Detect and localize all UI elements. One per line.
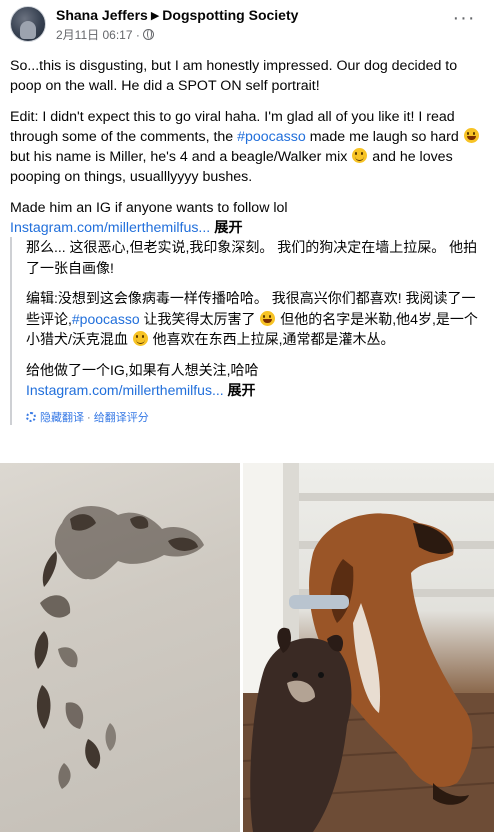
edit-text: but his name is Miller, he's 4 and a bea… xyxy=(10,149,352,165)
post-author-line: Shana Jeffers ▶ Dogspotting Society xyxy=(56,7,298,23)
more-options-button[interactable]: ··· xyxy=(450,8,478,32)
post-header: Shana Jeffers ▶ Dogspotting Society 2月11日 … xyxy=(0,0,494,46)
translation-expand-button[interactable]: 展开 xyxy=(228,382,256,398)
laughing-emoji-icon xyxy=(463,128,479,143)
avatar[interactable] xyxy=(10,6,46,42)
post-paragraph: So...this is disgusting, but I am honest… xyxy=(10,58,458,94)
laughing-emoji-icon xyxy=(260,310,276,326)
post-timestamp[interactable]: 2月11日 06:17 · xyxy=(56,28,140,42)
translation-ig-line: 给他做了一个IG,如果有人想关注,哈哈 xyxy=(26,361,259,378)
translation-text: 让我笑得太厉害了 xyxy=(139,310,260,327)
footer-separator: · xyxy=(84,411,94,424)
post-meta: 2月11日 06:17 · xyxy=(56,26,154,43)
translation-edit-paragraph: 编辑:没想到这会像病毒一样传播哈哈。 我很高兴你们都喜欢! 我阅读了一些评论,#… xyxy=(26,288,484,350)
post-ig-paragraph: Made him an IG if anyone wants to follow… xyxy=(10,198,488,238)
hide-translation-link[interactable]: 隐藏翻译 xyxy=(40,412,84,424)
translation-block: 那么... 这很恶心,但老实说,我印象深刻。 我们的狗决定在墙上拉屎。 他拍了一… xyxy=(10,237,484,425)
rate-translation-link[interactable]: 给翻译评分 xyxy=(94,412,149,424)
post-edit-paragraph: Edit: I didn't expect this to go viral h… xyxy=(10,107,488,187)
gear-icon[interactable] xyxy=(26,411,36,422)
author-name[interactable]: Shana Jeffers xyxy=(56,7,148,23)
hashtag-link[interactable]: #poocasso xyxy=(237,129,306,145)
wall-stain-image xyxy=(34,505,205,789)
smiling-emoji-icon xyxy=(132,331,148,346)
translation-ig-paragraph: 给他做了一个IG,如果有人想关注,哈哈 Instagram.com/millert… xyxy=(26,360,484,401)
arrow-right-icon: ▶ xyxy=(150,10,160,22)
ig-line: Made him an IG if anyone wants to follow… xyxy=(10,200,288,216)
post-body: So...this is disgusting, but I am honest… xyxy=(10,56,488,249)
translation-paragraph: 那么... 这很恶心,但老实说,我印象深刻。 我们的狗决定在墙上拉屎。 他拍了一… xyxy=(26,239,478,276)
wall-stain-photo[interactable] xyxy=(0,463,240,832)
dogs-photo[interactable] xyxy=(243,463,494,832)
translation-hashtag-link[interactable]: #poocasso xyxy=(72,311,140,327)
instagram-link[interactable]: Instagram.com/millerthemilfus... xyxy=(10,220,210,236)
expand-button[interactable]: 展开 xyxy=(214,220,242,236)
dogs-image xyxy=(243,463,494,832)
smiling-emoji-icon xyxy=(352,148,368,163)
translation-footer: 隐藏翻译 · 给翻译评分 xyxy=(26,409,484,425)
group-name[interactable]: Dogspotting Society xyxy=(162,7,298,23)
post-photos xyxy=(0,463,494,832)
translation-text: 他喜欢在东西上拉屎,通常都是灌木丛。 xyxy=(148,331,395,347)
globe-icon xyxy=(142,29,154,40)
edit-text: made me laugh so hard xyxy=(305,129,463,145)
translation-instagram-link[interactable]: Instagram.com/millerthemilfus... xyxy=(26,382,224,398)
